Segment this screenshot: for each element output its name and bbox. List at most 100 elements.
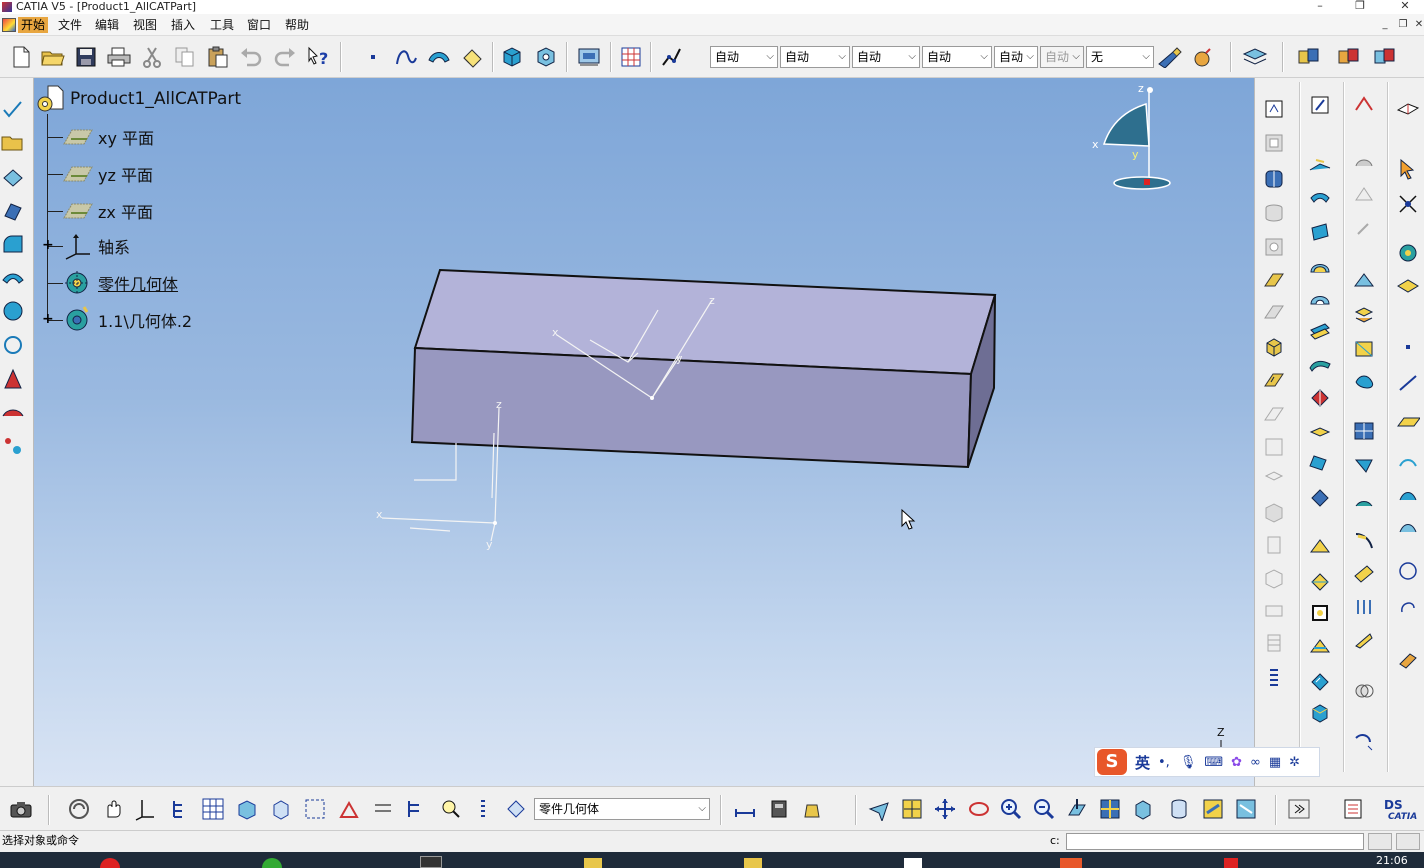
sketch-edit-icon[interactable]	[1307, 92, 1333, 118]
close-button[interactable]: ✕	[1390, 0, 1420, 14]
boundary-icon[interactable]	[1307, 700, 1333, 726]
fit-all-icon[interactable]	[302, 796, 328, 822]
multisection-surface-icon[interactable]	[1307, 418, 1333, 444]
fit-all-in-icon[interactable]	[899, 796, 925, 822]
formula-icon[interactable]	[1336, 44, 1362, 70]
more-icon[interactable]	[1261, 664, 1287, 690]
point-icon[interactable]	[360, 44, 386, 70]
corner-icon[interactable]	[1395, 514, 1421, 540]
extrude-icon[interactable]	[1307, 186, 1333, 212]
spline-icon[interactable]	[393, 44, 419, 70]
tree-item-axis-system[interactable]: 轴系	[62, 231, 130, 261]
command-button-1[interactable]	[1368, 833, 1392, 850]
translate-icon[interactable]	[1351, 182, 1377, 208]
more-tools-icon[interactable]	[1286, 796, 1312, 822]
plane-create-icon[interactable]	[1395, 408, 1421, 434]
hide-show-icon[interactable]	[336, 796, 362, 822]
zoom-in-icon[interactable]	[998, 796, 1024, 822]
menu-file[interactable]: 文件	[55, 17, 85, 33]
swap-icon[interactable]	[370, 796, 396, 822]
sketch-icon[interactable]	[0, 96, 26, 122]
stiffener-icon[interactable]	[1261, 368, 1287, 394]
taskbar-doc-icon[interactable]	[904, 858, 922, 868]
expand-axis-system[interactable]: +	[42, 238, 54, 252]
sogou-logo-icon[interactable]: S	[1097, 749, 1127, 775]
draft-icon[interactable]	[1261, 532, 1287, 558]
symmetry-icon[interactable]	[1351, 268, 1377, 294]
analysis-icon[interactable]	[1395, 96, 1421, 122]
sketch-analysis-icon[interactable]	[659, 44, 685, 70]
menu-start[interactable]: 开始	[18, 17, 49, 33]
grid-icon[interactable]	[618, 44, 644, 70]
shading-icon[interactable]	[1166, 796, 1192, 822]
groove-icon[interactable]	[1261, 234, 1287, 260]
pan-icon[interactable]	[932, 796, 958, 822]
connect-checker-icon[interactable]	[1395, 274, 1421, 300]
rotate-icon[interactable]	[1351, 216, 1377, 242]
whats-this-icon[interactable]: ?	[306, 44, 332, 70]
loft-icon[interactable]	[0, 366, 26, 392]
blend-surface-icon[interactable]	[1307, 450, 1333, 476]
undo-icon[interactable]	[238, 44, 264, 70]
connect-curve-icon[interactable]	[1395, 482, 1421, 508]
axis-icon[interactable]	[133, 796, 159, 822]
surface-icon[interactable]	[426, 44, 452, 70]
spiral-icon[interactable]	[1395, 594, 1421, 620]
pan-hand-icon[interactable]	[100, 796, 126, 822]
normal-view-icon[interactable]	[234, 796, 260, 822]
split-icon[interactable]	[1307, 634, 1333, 660]
new-icon[interactable]	[8, 44, 34, 70]
law-icon[interactable]	[1372, 44, 1398, 70]
solid-combine-icon[interactable]	[1261, 334, 1287, 360]
tree-root[interactable]: Product1_AllCATPart	[36, 84, 241, 114]
extract-icon[interactable]	[499, 44, 525, 70]
circle-icon[interactable]	[0, 332, 26, 358]
pad-icon[interactable]	[0, 198, 26, 224]
line-type-combo[interactable]: 自动 ⌵	[922, 46, 992, 68]
projection-icon[interactable]	[1351, 560, 1377, 586]
camera-icon[interactable]	[8, 796, 34, 822]
sweep-icon[interactable]	[0, 266, 26, 292]
3d-viewport[interactable]: x z y x z y z x y Z Product1_AllCATPart …	[34, 78, 1254, 786]
extrapolate-icon[interactable]	[1351, 418, 1377, 444]
open-icon[interactable]	[40, 44, 66, 70]
revolve-icon[interactable]	[1307, 220, 1333, 246]
menu-insert[interactable]: 插入	[168, 17, 198, 33]
tree-item-zx-plane[interactable]: zx 平面	[62, 196, 153, 226]
untrim-icon[interactable]	[1307, 568, 1333, 594]
curve-icon[interactable]	[1307, 152, 1333, 178]
scaling-icon[interactable]	[1351, 302, 1377, 328]
ime-mic-icon[interactable]: 🎙	[1180, 755, 1197, 770]
tree-item-part-body[interactable]: 零件几何体	[62, 268, 178, 298]
thread-icon[interactable]	[1261, 630, 1287, 656]
disassemble-icon[interactable]	[1307, 600, 1333, 626]
eraser-icon[interactable]	[460, 44, 486, 70]
ime-game-icon[interactable]: ∞	[1250, 755, 1261, 770]
document-icon[interactable]	[2, 18, 16, 32]
circle-create-icon[interactable]	[1395, 558, 1421, 584]
combine-icon[interactable]	[1351, 728, 1377, 754]
command-input[interactable]	[1066, 833, 1364, 850]
tree-item-xy-plane[interactable]: xy 平面	[62, 122, 154, 152]
taskbar-app-icon[interactable]	[100, 858, 120, 868]
cube-view-icon[interactable]	[268, 796, 294, 822]
shaft-icon[interactable]	[1261, 166, 1287, 192]
ime-skin-icon[interactable]: ✿	[1231, 755, 1242, 770]
copy-icon[interactable]	[172, 44, 198, 70]
command-button-2[interactable]	[1396, 833, 1420, 850]
transparency-combo[interactable]: 自动 ⌵	[780, 46, 850, 68]
maximize-button[interactable]: ❐	[1345, 0, 1375, 14]
print-icon[interactable]	[106, 44, 132, 70]
thickness-icon[interactable]	[1261, 598, 1287, 624]
join-icon[interactable]	[533, 44, 559, 70]
taskbar-app2-icon[interactable]	[1060, 858, 1082, 868]
rib-icon[interactable]	[1261, 268, 1287, 294]
chamfer-icon[interactable]	[1261, 500, 1287, 526]
hide-icon[interactable]	[1200, 796, 1226, 822]
tools-globe-icon[interactable]	[1395, 240, 1421, 266]
menu-help[interactable]: 帮助	[282, 17, 312, 33]
cylinder-surface-icon[interactable]	[1307, 286, 1333, 312]
slot-icon[interactable]	[1261, 300, 1287, 326]
law-curve-icon[interactable]	[1351, 526, 1377, 552]
mass-icon[interactable]	[766, 796, 792, 822]
